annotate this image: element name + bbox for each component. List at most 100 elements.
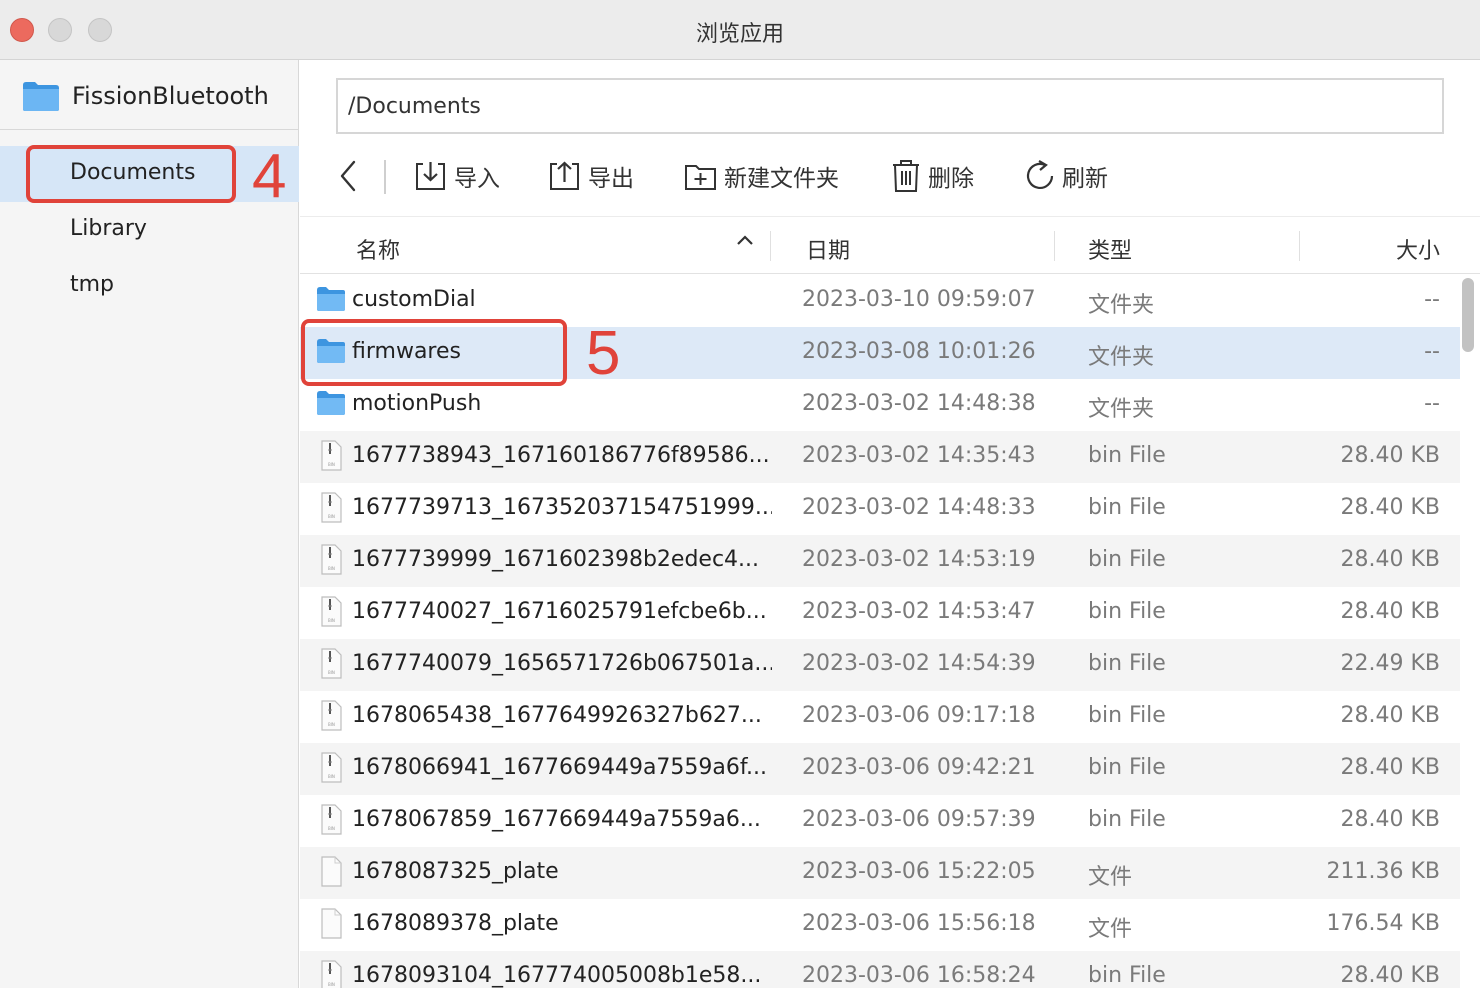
file-type: bin File [1088, 755, 1166, 780]
bin-file-icon: BIN [318, 700, 344, 738]
svg-text:BIN: BIN [328, 566, 335, 571]
file-size: 28.40 KB [1340, 547, 1441, 572]
file-type: bin File [1088, 443, 1166, 468]
svg-text:BIN: BIN [328, 462, 335, 467]
file-name: 1678066941_1677669449a7559a6f... [352, 755, 768, 780]
file-date: 2023-03-06 09:17:18 [802, 703, 1036, 728]
step-5-label: 5 [586, 319, 621, 388]
export-icon [550, 161, 579, 190]
svg-text:BIN: BIN [328, 514, 335, 519]
file-name: 1677739999_1671602398b2edec4... [352, 547, 760, 572]
column-header-type[interactable]: 类型 [1088, 233, 1132, 265]
column-header-date[interactable]: 日期 [806, 233, 850, 265]
highlight-box-firmwares [301, 319, 567, 386]
file-type: bin File [1088, 599, 1166, 624]
svg-text:BIN: BIN [328, 618, 335, 623]
file-date: 2023-03-02 14:35:43 [802, 443, 1036, 468]
file-name: 1678067859_1677669449a7559a6... [352, 807, 761, 832]
table-row[interactable]: 1678089378_plate 2023-03-06 15:56:18 文件 176… [300, 899, 1460, 951]
refresh-button[interactable]: 刷新 [1024, 158, 1108, 194]
bin-file-icon: BIN [318, 752, 344, 790]
export-label: 导出 [588, 166, 634, 192]
folder-icon [316, 390, 346, 422]
file-type: 文件 [1088, 917, 1133, 942]
main-panel: 导入 导出 新建文件夹 删除 [300, 60, 1480, 988]
file-type: bin File [1088, 807, 1166, 832]
import-button[interactable]: 导入 [414, 158, 500, 194]
table-row[interactable]: BIN 1678093104_167774005008b1e58... 2023-0… [300, 951, 1460, 988]
file-date: 2023-03-06 15:56:18 [802, 911, 1036, 936]
sidebar-item-tmp[interactable]: tmp [0, 258, 299, 314]
file-name: 1678089378_plate [352, 911, 559, 936]
app-name: FissionBluetooth [72, 82, 269, 110]
table-row[interactable]: BIN 1677740027_16716025791efcbe6b... 2023-… [300, 587, 1460, 639]
file-date: 2023-03-02 14:48:38 [802, 391, 1036, 416]
file-type: bin File [1088, 547, 1166, 572]
import-label: 导入 [454, 166, 500, 192]
import-icon [416, 162, 445, 190]
file-type: bin File [1088, 651, 1166, 676]
folder-icon [316, 286, 346, 318]
file-size: 28.40 KB [1340, 807, 1441, 832]
trash-icon [893, 160, 919, 192]
file-size: 28.40 KB [1340, 495, 1441, 520]
file-date: 2023-03-06 09:42:21 [802, 755, 1036, 780]
bin-file-icon: BIN [318, 648, 344, 686]
svg-text:BIN: BIN [328, 774, 335, 779]
table-row[interactable]: BIN 1677740079_1656571726b067501a... 2023-… [300, 639, 1460, 691]
table-row[interactable]: BIN 1678065438_1677649926327b627... 2023-0… [300, 691, 1460, 743]
column-divider[interactable] [1299, 231, 1300, 261]
file-name: 1678087325_plate [352, 859, 559, 884]
table-row[interactable]: BIN 1678066941_1677669449a7559a6f... 2023-… [300, 743, 1460, 795]
app-header: FissionBluetooth [0, 60, 299, 130]
file-date: 2023-03-06 09:57:39 [802, 807, 1036, 832]
table-row[interactable]: 1678087325_plate 2023-03-06 15:22:05 文件 211… [300, 847, 1460, 899]
table-row[interactable]: BIN 1677739713_167352037154751999... 2023-… [300, 483, 1460, 535]
file-name: 1677738943_167160186776f89586... [352, 443, 770, 468]
column-header-size[interactable]: 大小 [1396, 233, 1440, 265]
export-button[interactable]: 导出 [548, 158, 634, 194]
file-size: 28.40 KB [1340, 599, 1441, 624]
bin-file-icon: BIN [318, 960, 344, 988]
file-type: 文件 [1088, 865, 1133, 890]
file-date: 2023-03-02 14:53:47 [802, 599, 1036, 624]
file-type: 文件夹 [1088, 345, 1155, 370]
column-divider[interactable] [770, 231, 771, 261]
bin-file-icon: BIN [318, 596, 344, 634]
file-date: 2023-03-02 14:48:33 [802, 495, 1036, 520]
sort-ascending-icon[interactable] [736, 231, 754, 256]
step-4-label: 4 [252, 142, 287, 211]
delete-button[interactable]: 删除 [890, 158, 974, 194]
column-divider[interactable] [1054, 231, 1055, 261]
chevron-left-icon [340, 160, 356, 192]
vertical-scrollbar[interactable] [1462, 278, 1474, 352]
file-name: motionPush [352, 391, 482, 416]
file-date: 2023-03-06 15:22:05 [802, 859, 1036, 884]
table-header: 名称 日期 类型 大小 [300, 216, 1480, 274]
column-header-name[interactable]: 名称 [356, 233, 400, 265]
table-row[interactable]: BIN 1677739999_1671602398b2edec4... 2023-0… [300, 535, 1460, 587]
file-name: customDial [352, 287, 476, 312]
highlight-box-documents [26, 145, 236, 203]
file-date: 2023-03-02 14:53:19 [802, 547, 1036, 572]
file-size: 28.40 KB [1340, 703, 1441, 728]
file-size: -- [1424, 391, 1440, 416]
window-title: 浏览应用 [695, 22, 784, 47]
file-type: 文件夹 [1088, 293, 1155, 318]
file-type: 文件夹 [1088, 397, 1155, 422]
table-row[interactable]: BIN 1677738943_167160186776f89586... 2023-… [300, 431, 1460, 483]
file-size: 28.40 KB [1340, 755, 1441, 780]
table-row[interactable]: BIN 1678067859_1677669449a7559a6... 2023-0… [300, 795, 1460, 847]
bin-file-icon: BIN [318, 492, 344, 530]
file-name: 1677740027_16716025791efcbe6b... [352, 599, 767, 624]
file-size: -- [1424, 339, 1440, 364]
refresh-icon [1026, 160, 1054, 189]
path-input[interactable] [336, 78, 1444, 134]
delete-label: 删除 [928, 166, 974, 192]
file-date: 2023-03-02 14:54:39 [802, 651, 1036, 676]
svg-text:BIN: BIN [328, 826, 335, 831]
new-folder-button[interactable]: 新建文件夹 [684, 158, 839, 194]
back-button[interactable] [334, 158, 364, 194]
svg-text:BIN: BIN [328, 722, 335, 727]
table-row[interactable]: motionPush 2023-03-02 14:48:38 文件夹 -- [300, 379, 1460, 431]
